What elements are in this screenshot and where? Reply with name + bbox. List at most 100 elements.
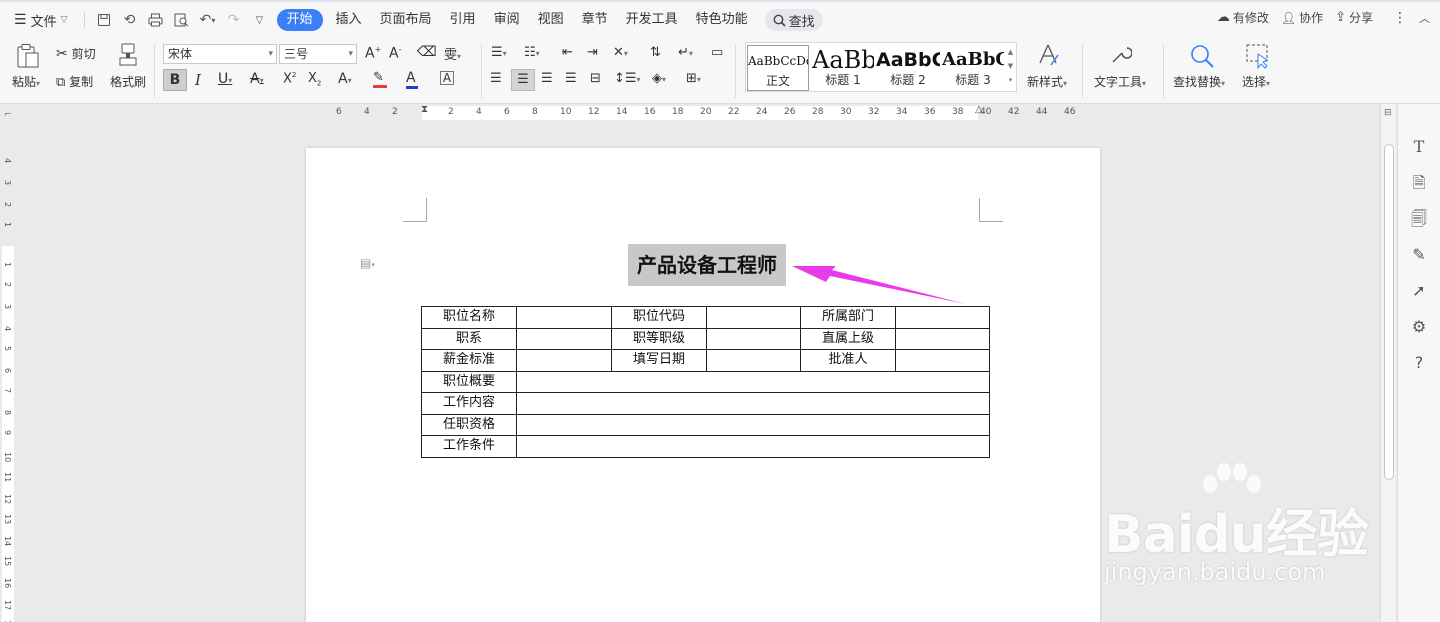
- customize-icon[interactable]: ▽: [247, 9, 273, 31]
- superscript-icon[interactable]: X2: [283, 71, 296, 86]
- char-border-icon[interactable]: A: [440, 71, 454, 85]
- text-effect-icon[interactable]: A▾: [338, 71, 352, 87]
- style-heading-2[interactable]: AaBbC 标题 2: [876, 45, 940, 91]
- style-normal[interactable]: AaBbCcDd 正文: [747, 45, 809, 91]
- format-painter-icon[interactable]: [117, 43, 139, 70]
- table-input-cell[interactable]: [895, 349, 990, 372]
- preview-icon[interactable]: [169, 9, 195, 31]
- tab-home[interactable]: 开始: [276, 9, 323, 31]
- underline-icon[interactable]: U▾: [218, 71, 232, 87]
- collapse-icon[interactable]: ︿: [1419, 10, 1430, 26]
- style-heading-1[interactable]: AaBb 标题 1: [812, 45, 874, 91]
- document-settings-icon[interactable]: 🗐︎: [1408, 208, 1430, 230]
- shading-icon[interactable]: ◈▾: [652, 71, 666, 86]
- search-button[interactable]: 查找: [764, 9, 823, 31]
- find-icon[interactable]: [1189, 43, 1215, 72]
- ruler-corner-icon[interactable]: ⌐: [4, 110, 12, 120]
- scrollbar-thumb[interactable]: [1384, 144, 1394, 480]
- table-input-cell[interactable]: [516, 349, 612, 372]
- align-left-icon[interactable]: ☰: [490, 71, 502, 86]
- text-direction-icon[interactable]: ✕▾: [613, 45, 628, 60]
- table-input-cell[interactable]: [516, 413, 990, 436]
- tab-developer[interactable]: 开发工具: [617, 9, 687, 31]
- align-right-icon[interactable]: ☰: [541, 71, 553, 86]
- align-center-icon[interactable]: ☰: [511, 69, 535, 91]
- cursor-icon[interactable]: ➚: [1408, 280, 1430, 302]
- select-button[interactable]: 选择▾: [1242, 73, 1270, 90]
- table-label-cell[interactable]: 直属上级: [800, 327, 896, 350]
- split-view-icon[interactable]: ⊟: [1384, 108, 1392, 118]
- tab-review[interactable]: 审阅: [485, 9, 529, 31]
- tab-view[interactable]: 视图: [529, 9, 573, 31]
- table-input-cell[interactable]: [516, 327, 612, 350]
- document-icon[interactable]: 🗎︎: [1408, 172, 1430, 194]
- line-spacing-icon[interactable]: ↕☰▾: [614, 71, 641, 86]
- save-icon[interactable]: [91, 9, 117, 31]
- more-icon[interactable]: ⋮: [1393, 10, 1407, 26]
- table-label-cell[interactable]: 所属部门: [800, 306, 896, 329]
- table-input-cell[interactable]: [516, 370, 990, 393]
- phonetic-icon[interactable]: 雯▾: [444, 44, 461, 63]
- sort-icon[interactable]: ⇅: [650, 45, 661, 60]
- subscript-icon[interactable]: X2: [308, 71, 321, 88]
- document-page[interactable]: ▤▾ 产品设备工程师 职位名称 职位代码 所属部门 职系 职等职级 直属上级 薪金标准 填写日…: [306, 148, 1100, 622]
- table-label-cell[interactable]: 薪金标准: [421, 349, 517, 372]
- borders-icon[interactable]: ⊞▾: [686, 71, 701, 86]
- numbered-list-icon[interactable]: ☷▾: [524, 45, 540, 60]
- line-break-icon[interactable]: ↵▾: [678, 45, 693, 60]
- paste-label-wrap[interactable]: 粘贴▾: [12, 73, 40, 90]
- undo-icon[interactable]: ↶ ▾: [195, 9, 221, 31]
- format-painter-label[interactable]: 格式刷: [110, 73, 146, 90]
- table-input-cell[interactable]: [706, 327, 801, 350]
- justify-icon[interactable]: ☰: [565, 71, 577, 86]
- style-heading-3[interactable]: AaBbC 标题 3: [942, 45, 1004, 91]
- table-label-cell[interactable]: 批准人: [800, 349, 896, 372]
- pen-icon[interactable]: ✎: [1408, 244, 1430, 266]
- decrease-indent-icon[interactable]: ⇤: [562, 45, 573, 60]
- strikethrough-icon[interactable]: A▾: [250, 71, 264, 87]
- table-label-cell[interactable]: 职系: [421, 327, 517, 350]
- indent-marker[interactable]: ⧗: [421, 104, 428, 115]
- paste-button[interactable]: [16, 43, 40, 72]
- tab-special-features[interactable]: 特色功能: [687, 9, 757, 31]
- tab-insert[interactable]: 插入: [327, 9, 371, 31]
- vertical-ruler[interactable]: 4321123456789101112131415161718: [0, 122, 16, 622]
- table-input-cell[interactable]: [516, 435, 990, 458]
- font-color-icon[interactable]: A: [406, 70, 418, 89]
- document-title[interactable]: 产品设备工程师: [628, 244, 786, 286]
- tab-page-layout[interactable]: 页面布局: [371, 9, 441, 31]
- table-label-cell[interactable]: 工作条件: [421, 435, 517, 458]
- text-tools-button[interactable]: 文字工具▾: [1094, 73, 1146, 90]
- copy-button[interactable]: ⧉ 复制: [56, 73, 93, 90]
- shrink-font-icon[interactable]: A-: [389, 45, 401, 62]
- font-name-select[interactable]: 宋体 ▾: [163, 44, 277, 64]
- text-tool-icon[interactable]: [1108, 43, 1133, 70]
- table-label-cell[interactable]: 任职资格: [421, 413, 517, 436]
- highlight-icon[interactable]: ✎: [373, 70, 387, 88]
- table-label-cell[interactable]: 职等职级: [611, 327, 707, 350]
- new-style-button[interactable]: 新样式▾: [1027, 73, 1067, 90]
- collab-button[interactable]: 👤︎ 协作: [1281, 9, 1323, 26]
- table-input-cell[interactable]: [895, 327, 990, 350]
- distribute-icon[interactable]: ⊟: [590, 71, 601, 86]
- help-icon[interactable]: ?: [1408, 352, 1430, 374]
- bold-icon[interactable]: B: [163, 69, 187, 91]
- changes-button[interactable]: ☁ 有修改: [1217, 9, 1269, 26]
- export-icon[interactable]: ⟲: [117, 9, 143, 31]
- share-button[interactable]: ⇪ 分享: [1335, 9, 1373, 26]
- text-style-icon[interactable]: T: [1408, 136, 1430, 158]
- ruler-toggle-icon[interactable]: ▭: [711, 45, 723, 60]
- table-input-cell[interactable]: [706, 349, 801, 372]
- select-icon[interactable]: [1245, 43, 1271, 72]
- tab-references[interactable]: 引用: [441, 9, 485, 31]
- redo-icon[interactable]: ↷: [221, 9, 247, 31]
- horizontal-ruler[interactable]: ⧗ △ 6 4 2 2 4 6 8 10 12 14 16 18 20 22 24 26 28 30 32 34 36 3…: [0, 104, 1380, 122]
- find-replace-button[interactable]: 查找替换▾: [1173, 73, 1225, 90]
- sliders-icon[interactable]: ⚙: [1408, 316, 1430, 338]
- table-input-cell[interactable]: [706, 306, 801, 329]
- bullet-list-icon[interactable]: ☰▾: [491, 45, 507, 60]
- increase-indent-icon[interactable]: ⇥: [587, 45, 598, 60]
- new-style-icon[interactable]: [1036, 43, 1060, 70]
- print-icon[interactable]: [143, 9, 169, 31]
- table-label-cell[interactable]: 填写日期: [611, 349, 707, 372]
